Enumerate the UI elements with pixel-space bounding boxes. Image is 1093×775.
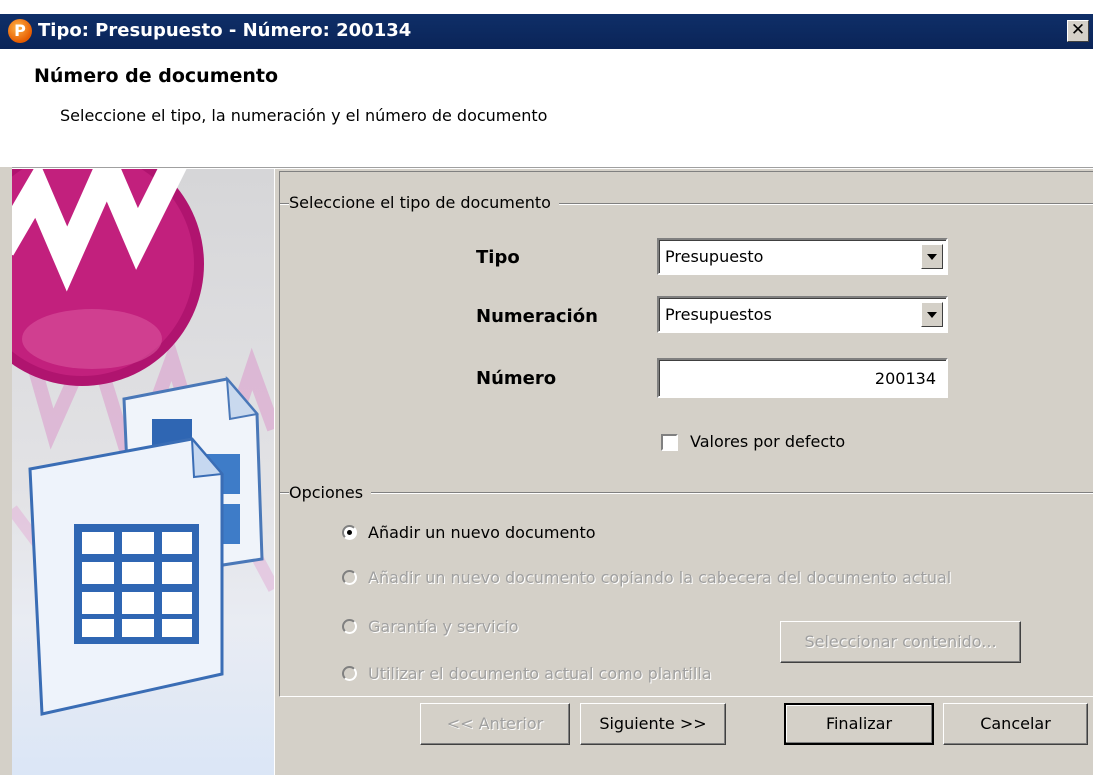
window-title-bar: P Tipo: Presupuesto - Número: 200134 ✕	[0, 14, 1093, 49]
close-button[interactable]: ✕	[1067, 20, 1089, 42]
numeracion-select[interactable]: Presupuestos	[657, 296, 948, 333]
left-frame-edge	[0, 167, 12, 775]
page-subtitle: Seleccione el tipo, la numeración y el n…	[60, 106, 548, 125]
tipo-select-value: Presupuesto	[665, 247, 764, 266]
wizard-banner-image	[12, 169, 274, 775]
wizard-content-panel: Seleccione el tipo de documento Tipo Pre…	[274, 169, 1093, 775]
page-title: Número de documento	[34, 65, 279, 87]
window-title: Tipo: Presupuesto - Número: 200134	[38, 20, 412, 41]
numeracion-label: Numeración	[476, 306, 598, 327]
spreadsheet-front-icon	[28, 436, 224, 716]
doc-type-group-title: Seleccione el tipo de documento	[289, 193, 559, 212]
select-content-button[interactable]: Seleccionar contenido...	[780, 621, 1021, 663]
radio-use-template[interactable]	[342, 666, 357, 681]
tipo-select[interactable]: Presupuesto	[657, 238, 948, 275]
chevron-down-icon[interactable]	[921, 244, 943, 269]
radio-copy-header-label[interactable]: Añadir un nuevo documento copiando la ca…	[368, 568, 951, 587]
options-group-line	[280, 492, 1093, 494]
radio-use-template-label[interactable]: Utilizar el documento actual como planti…	[368, 664, 712, 683]
defaults-checkbox-label[interactable]: Valores por defecto	[690, 432, 845, 451]
wizard-header: Número de documento Seleccione el tipo, …	[0, 49, 1093, 168]
tipo-label: Tipo	[476, 247, 520, 268]
radio-warranty-service-label[interactable]: Garantía y servicio	[368, 617, 519, 636]
numeracion-select-value: Presupuestos	[665, 305, 772, 324]
options-group-title: Opciones	[289, 483, 372, 502]
previous-button[interactable]: << Anterior	[420, 703, 570, 745]
radio-new-document-label[interactable]: Añadir un nuevo documento	[368, 523, 596, 542]
next-button[interactable]: Siguiente >>	[580, 703, 726, 745]
numero-label: Número	[476, 368, 557, 389]
numero-input[interactable]: 200134	[657, 358, 948, 398]
banner-graphic	[12, 169, 274, 716]
finish-button[interactable]: Finalizar	[784, 703, 934, 745]
app-logo-icon: P	[8, 19, 32, 43]
radio-copy-header[interactable]	[342, 570, 357, 585]
numero-input-value: 200134	[874, 369, 936, 388]
cancel-button[interactable]: Cancelar	[943, 703, 1088, 745]
radio-new-document[interactable]	[342, 525, 357, 540]
chevron-down-icon[interactable]	[921, 302, 943, 327]
defaults-checkbox[interactable]	[661, 434, 678, 451]
options-area: Seleccione el tipo de documento Tipo Pre…	[279, 171, 1093, 697]
radio-warranty-service[interactable]	[342, 619, 357, 634]
